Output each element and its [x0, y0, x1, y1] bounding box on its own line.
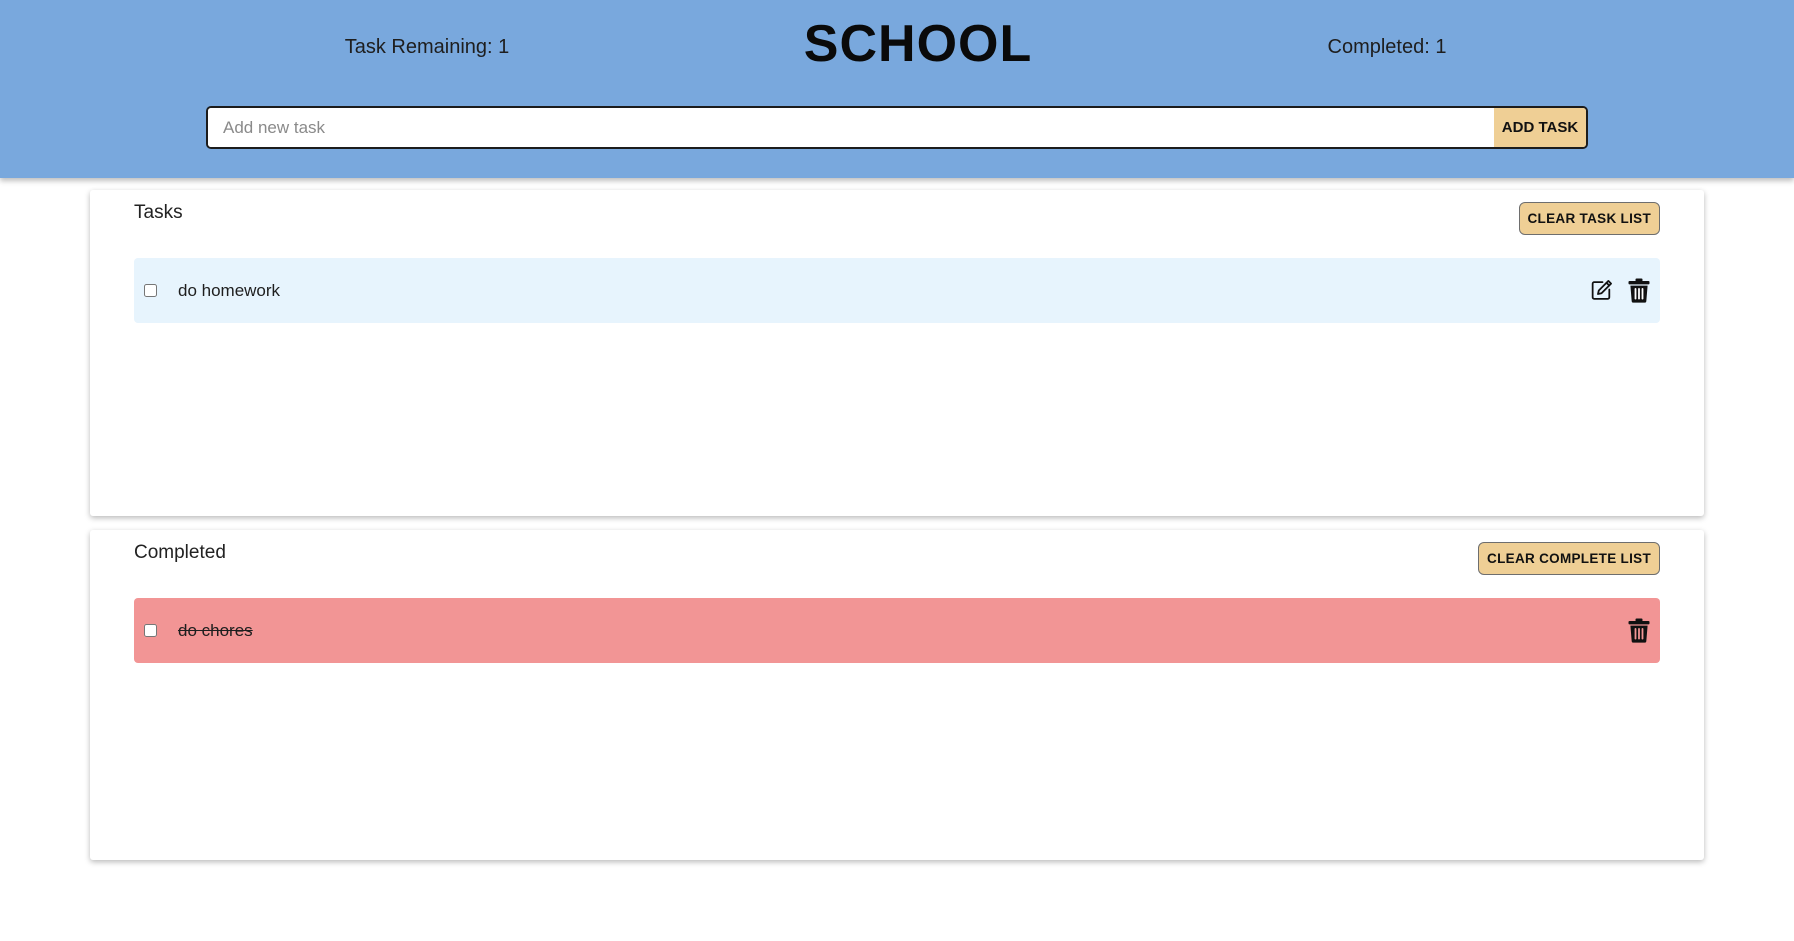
add-task-button[interactable]: ADD TASK	[1494, 108, 1586, 147]
completed-task-actions	[1626, 617, 1652, 645]
clear-complete-list-button[interactable]: CLEAR COMPLETE LIST	[1478, 542, 1660, 575]
completed-task-checkbox[interactable]	[144, 624, 157, 637]
task-checkbox[interactable]	[144, 284, 157, 297]
completed-task-text: do chores	[178, 620, 253, 640]
trash-icon[interactable]	[1626, 277, 1652, 305]
add-task-form: ADD TASK	[206, 106, 1588, 149]
edit-icon[interactable]	[1588, 277, 1614, 305]
task-item: do homework	[134, 258, 1660, 323]
completed-task-item: do chores	[134, 598, 1660, 663]
completed-card: Completed CLEAR COMPLETE LIST do chores	[90, 530, 1704, 860]
trash-icon[interactable]	[1626, 617, 1652, 645]
tasks-card: Tasks CLEAR TASK LIST do homework	[90, 190, 1704, 516]
clear-task-list-button[interactable]: CLEAR TASK LIST	[1518, 202, 1660, 235]
page-title: SCHOOL	[803, 15, 1033, 73]
completed-count: Completed: 1	[1327, 36, 1447, 58]
header: Task Remaining: 1 SCHOOL Completed: 1 AD…	[0, 0, 1794, 178]
task-text: do homework	[178, 280, 281, 300]
completed-heading: Completed	[134, 542, 226, 563]
task-actions	[1588, 277, 1652, 305]
new-task-input[interactable]	[208, 108, 1494, 147]
tasks-heading: Tasks	[134, 202, 183, 223]
tasks-remaining-count: Task Remaining: 1	[344, 36, 510, 58]
